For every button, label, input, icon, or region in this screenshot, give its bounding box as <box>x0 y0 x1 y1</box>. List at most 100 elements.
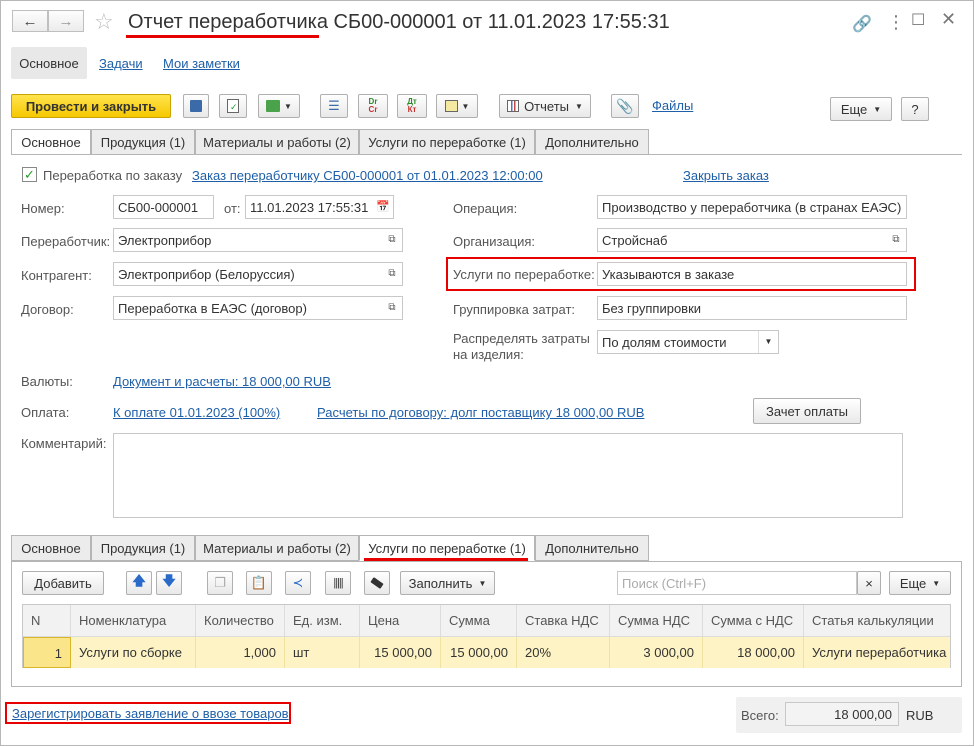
column-header[interactable]: Цена <box>360 605 441 636</box>
forward-button[interactable]: → <box>48 10 84 32</box>
payment-link[interactable]: К оплате 01.01.2023 (100%) <box>113 405 280 420</box>
maximize-icon[interactable]: ☐ <box>911 10 925 30</box>
dt-kt-icon: Дт Кт <box>407 97 417 114</box>
organization-field[interactable]: Стройснаб ⧉ <box>597 228 907 252</box>
top-tab-services[interactable]: Услуги по переработке (1) <box>359 129 535 155</box>
table-cell[interactable]: шт <box>285 637 360 668</box>
structure-button[interactable]: ☰ <box>320 94 348 118</box>
column-header[interactable]: Номенклатура <box>71 605 196 636</box>
print-icon <box>444 100 458 112</box>
copy-button[interactable]: ❐ <box>207 571 233 595</box>
more-button[interactable]: Еще ▼ <box>830 97 892 121</box>
register-import-link[interactable]: Зарегистрировать заявление о ввозе товар… <box>12 706 289 721</box>
column-header[interactable]: Сумма НДС <box>610 605 703 636</box>
table-cell[interactable]: 20% <box>517 637 610 668</box>
back-button[interactable]: ← <box>12 10 48 32</box>
menu-dots-icon[interactable]: ⋮ <box>887 12 905 33</box>
processor-field[interactable]: Электроприбор ⧉ <box>113 228 403 252</box>
table-cell[interactable]: Услуги переработчика <box>804 637 950 668</box>
distribute-select[interactable]: По долям стоимости ▼ <box>597 330 779 354</box>
currency-label: Валюты: <box>21 374 73 389</box>
bottom-tab-materials[interactable]: Материалы и работы (2) <box>195 535 359 561</box>
contract-field[interactable]: Переработка в ЕАЭС (договор) ⧉ <box>113 296 403 320</box>
star-icon[interactable]: ☆ <box>94 9 114 35</box>
counterparty-field[interactable]: Электроприбор (Белоруссия) ⧉ <box>113 262 403 286</box>
currency-link[interactable]: Документ и расчеты: 18 000,00 RUB <box>113 374 331 389</box>
settlements-link[interactable]: Расчеты по договору: долг поставщику 18 … <box>317 405 644 420</box>
close-icon[interactable]: ✕ <box>941 9 956 30</box>
move-down-button[interactable]: 🡇 <box>156 571 182 595</box>
attach-button[interactable]: 📎 <box>611 94 639 118</box>
nav-tab-main[interactable]: Основное <box>11 47 87 79</box>
create-based-on-button[interactable]: ▼ <box>258 94 300 118</box>
scanner-button[interactable] <box>364 571 390 595</box>
top-tab-additional[interactable]: Дополнительно <box>535 129 649 155</box>
processing-by-order-checkbox[interactable]: ✓ <box>22 167 37 182</box>
column-header[interactable]: Сумма с НДС <box>703 605 804 636</box>
distribute-label-cont: на изделия: <box>453 347 524 362</box>
search-input[interactable]: Поиск (Ctrl+F) <box>617 571 857 595</box>
link-icon[interactable]: 🔗 <box>852 14 872 34</box>
add-row-button[interactable]: Добавить <box>22 571 104 595</box>
open-icon[interactable]: ⧉ <box>385 267 399 281</box>
top-tab-products[interactable]: Продукция (1) <box>91 129 195 155</box>
table-cell[interactable]: 3 000,00 <box>610 637 703 668</box>
chevron-down-icon: ▼ <box>478 578 487 588</box>
column-header[interactable]: Ставка НДС <box>517 605 610 636</box>
paperclip-icon: 📎 <box>616 97 634 114</box>
clear-search-button[interactable]: × <box>857 571 881 595</box>
column-header[interactable]: Сумма <box>441 605 517 636</box>
move-up-button[interactable]: 🡅 <box>126 571 152 595</box>
top-tab-materials[interactable]: Материалы и работы (2) <box>195 129 359 155</box>
table-cell[interactable]: Услуги по сборке <box>71 637 196 668</box>
reports-button[interactable]: Отчеты ▼ <box>499 94 591 118</box>
offset-payment-button[interactable]: Зачет оплаты <box>753 398 861 424</box>
close-order-link[interactable]: Закрыть заказ <box>683 168 769 183</box>
column-header[interactable]: Статья калькуляции <box>804 605 950 636</box>
order-link[interactable]: Заказ переработчику СБ00-000001 от 01.01… <box>192 168 543 183</box>
nav-tab-tasks[interactable]: Задачи <box>99 56 143 71</box>
barcode-button[interactable]: ||||| <box>325 571 351 595</box>
fill-button[interactable]: Заполнить ▼ <box>400 571 495 595</box>
chevron-down-icon[interactable]: ▼ <box>758 331 778 353</box>
save-button[interactable] <box>183 94 209 118</box>
dt-kt-button[interactable]: Дт Кт <box>397 94 427 118</box>
bottom-tab-additional[interactable]: Дополнительно <box>535 535 649 561</box>
services-field[interactable]: Указываются в заказе <box>597 262 907 286</box>
calendar-icon[interactable]: 📅 <box>376 200 390 214</box>
dr-cr-button[interactable]: Dr Cr <box>358 94 388 118</box>
table-cell[interactable]: 15 000,00 <box>441 637 517 668</box>
bottom-tab-main[interactable]: Основное <box>11 535 91 561</box>
print-button[interactable]: ▼ <box>436 94 478 118</box>
comment-textarea[interactable] <box>113 433 903 518</box>
column-header[interactable]: Количество <box>196 605 285 636</box>
column-header[interactable]: Ед. изм. <box>285 605 360 636</box>
cost-grouping-field[interactable]: Без группировки <box>597 296 907 320</box>
split-button[interactable]: ≺ <box>285 571 311 595</box>
bottom-tab-products[interactable]: Продукция (1) <box>91 535 195 561</box>
open-icon[interactable]: ⧉ <box>385 301 399 315</box>
top-tab-main[interactable]: Основное <box>11 129 91 155</box>
total-currency: RUB <box>906 708 934 723</box>
scanner-icon <box>370 577 384 589</box>
files-link[interactable]: Файлы <box>652 98 693 113</box>
window-title: Отчет переработчика СБ00-000001 от 11.01… <box>128 11 670 33</box>
paste-button[interactable]: 📋 <box>246 571 272 595</box>
table-cell[interactable]: 18 000,00 <box>703 637 804 668</box>
table-cell[interactable]: 15 000,00 <box>360 637 441 668</box>
nav-tab-notes[interactable]: Мои заметки <box>163 56 240 71</box>
table-cell[interactable]: 1,000 <box>196 637 285 668</box>
open-icon[interactable]: ⧉ <box>889 233 903 247</box>
date-field[interactable]: 11.01.2023 17:55:31 📅 <box>245 195 394 219</box>
services-label: Услуги по переработке: <box>453 267 595 282</box>
post-and-close-button[interactable]: Провести и закрыть <box>11 94 171 118</box>
help-button[interactable]: ? <box>901 97 929 121</box>
post-button[interactable]: ✓ <box>219 94 247 118</box>
column-header[interactable]: N <box>23 605 71 636</box>
table-more-button[interactable]: Еще ▼ <box>889 571 951 595</box>
chevron-down-icon: ▼ <box>461 101 470 111</box>
operation-field[interactable]: Производство у переработчика (в странах … <box>597 195 907 219</box>
number-field[interactable]: СБ00-000001 <box>113 195 214 219</box>
table-cell[interactable]: 1 <box>23 637 71 668</box>
open-icon[interactable]: ⧉ <box>385 233 399 247</box>
